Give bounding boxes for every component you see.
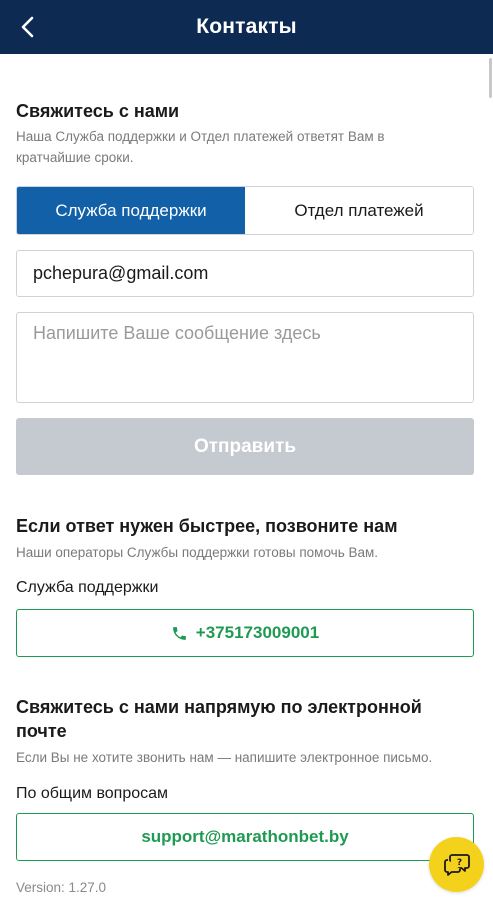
phone-icon <box>171 625 188 642</box>
page-title: Контакты <box>196 15 297 38</box>
scrollbar[interactable] <box>489 58 492 98</box>
svg-text:?: ? <box>456 858 461 868</box>
back-button[interactable] <box>12 11 44 43</box>
tab-support[interactable]: Служба поддержки <box>17 187 245 234</box>
call-section-subtitle: Наши операторы Службы поддержки готовы п… <box>16 545 379 560</box>
department-tabs: Служба поддержки Отдел платежей <box>16 186 474 235</box>
contact-form-title: Свяжитесь с нами <box>16 101 180 121</box>
support-label: Служба поддержки <box>16 579 159 596</box>
call-support-button[interactable]: +375173009001 <box>16 609 474 657</box>
general-questions-label: По общим вопросам <box>16 785 169 802</box>
app-header: Контакты <box>0 0 493 54</box>
chat-help-icon: ? <box>443 853 470 876</box>
email-section-subtitle: Если Вы не хотите звонить нам — напишите… <box>16 750 433 765</box>
contact-form-subtitle: Наша Служба поддержки и Отдел платежей о… <box>16 129 385 165</box>
chat-help-button[interactable]: ? <box>429 837 484 892</box>
app-version: Version: 1.27.0 <box>16 880 107 895</box>
tab-payments[interactable]: Отдел платежей <box>245 187 473 234</box>
email-support-button[interactable]: support@marathonbet.by <box>16 813 474 861</box>
phone-number: +375173009001 <box>195 623 320 642</box>
call-section-title: Если ответ нужен быстрее, позвоните нам <box>16 516 398 536</box>
chevron-left-icon <box>21 16 34 38</box>
email-field[interactable]: pchepura@gmail.com <box>16 250 474 297</box>
send-button[interactable]: Отправить <box>16 418 474 475</box>
message-input[interactable]: Напишите Ваше сообщение здесь <box>16 312 474 403</box>
email-section-title: Свяжитесь с нами напрямую по электронной… <box>16 697 422 741</box>
